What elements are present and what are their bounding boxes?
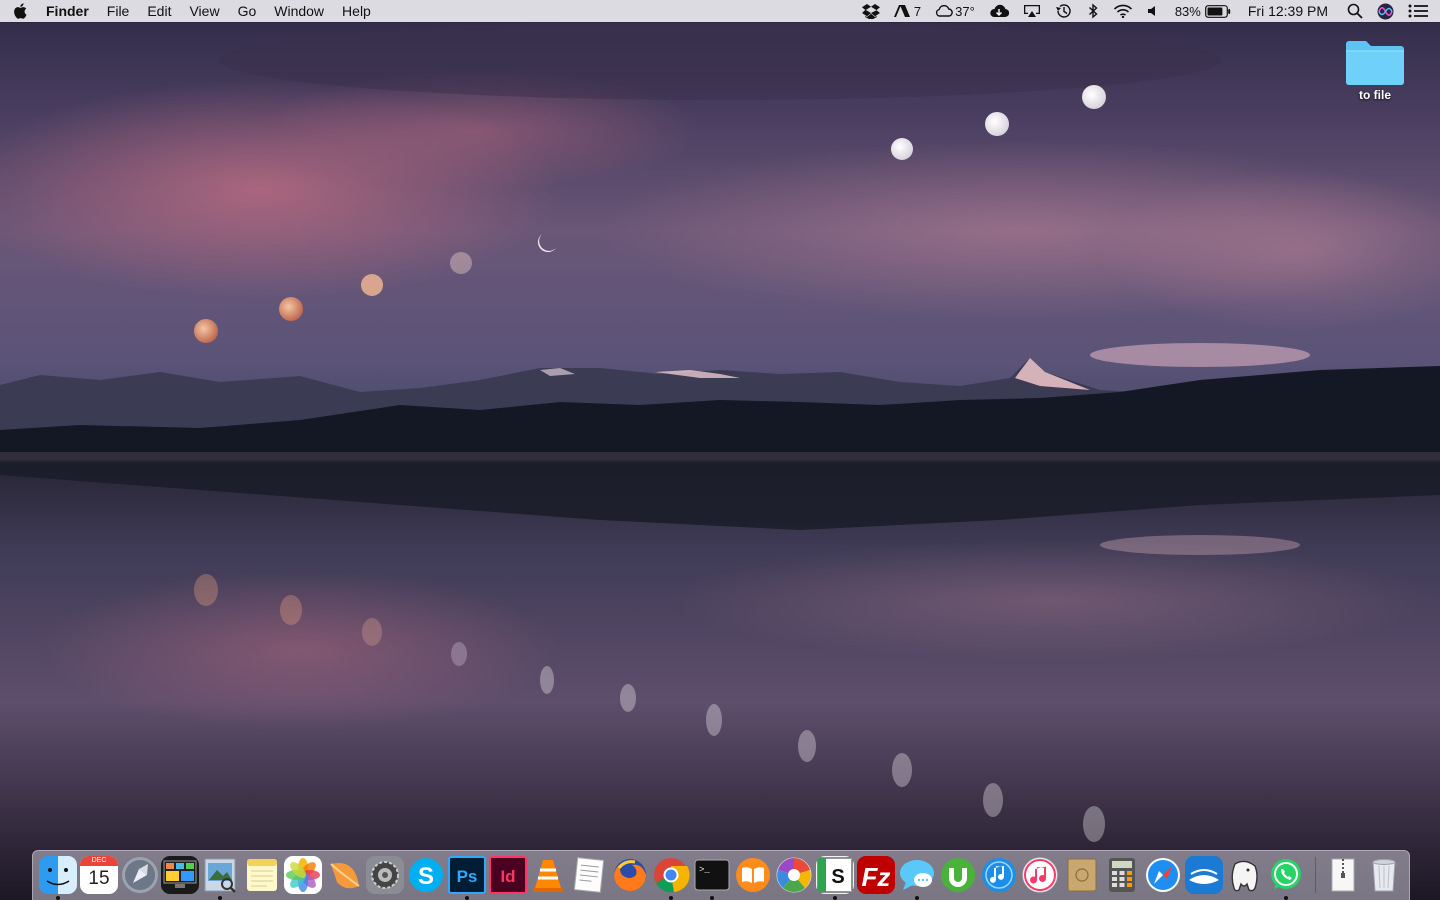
running-indicator-photoshop — [465, 896, 469, 900]
svg-text:Fz: Fz — [862, 862, 891, 892]
scrivener-icon[interactable]: S — [816, 856, 854, 894]
running-indicator-chrome — [669, 896, 673, 900]
preview-icon[interactable] — [201, 856, 239, 894]
mission-control-icon[interactable] — [161, 856, 199, 894]
running-indicator-scrivener — [833, 896, 837, 900]
siri-icon[interactable] — [1370, 0, 1401, 22]
launchpad-icon[interactable] — [121, 856, 159, 894]
notification-center-icon[interactable] — [1401, 0, 1440, 22]
textedit-icon[interactable] — [570, 856, 608, 894]
adobe-icon — [893, 5, 910, 17]
svg-text:>_: >_ — [699, 865, 710, 875]
dropbox-icon[interactable] — [855, 0, 887, 22]
picasa-icon[interactable] — [775, 856, 813, 894]
trash-icon[interactable] — [1365, 856, 1403, 894]
finder-icon[interactable] — [39, 856, 77, 894]
photos-icon[interactable] — [284, 856, 322, 894]
indesign-icon[interactable]: Id — [489, 856, 527, 894]
time-machine-icon[interactable] — [1048, 0, 1080, 22]
ibooks-icon[interactable] — [734, 856, 772, 894]
running-indicator-preview — [218, 896, 222, 900]
archive-icon[interactable] — [1324, 856, 1362, 894]
menu-edit[interactable]: Edit — [138, 0, 180, 22]
menu-go[interactable]: Go — [229, 0, 266, 22]
photoshop-icon[interactable]: Ps — [448, 856, 486, 894]
running-indicator-terminal — [710, 896, 714, 900]
battery-status[interactable]: 83% — [1168, 0, 1238, 22]
filezilla-icon[interactable]: Fz — [857, 856, 895, 894]
weather-status[interactable]: 37° — [928, 0, 982, 22]
notefile-icon[interactable] — [1063, 856, 1101, 894]
adobe-creative-cloud-status[interactable]: 7 — [887, 0, 928, 22]
calculator-icon[interactable] — [1103, 856, 1141, 894]
cloud-icon — [936, 5, 953, 17]
folder-icon — [1346, 41, 1404, 85]
menu-help[interactable]: Help — [333, 0, 380, 22]
skype-icon[interactable]: S — [407, 856, 445, 894]
svg-text:S: S — [831, 866, 844, 888]
menu-bar: Finder File Edit View Go Window Help 7 3… — [0, 0, 1440, 22]
itunes-connect-icon[interactable] — [980, 856, 1018, 894]
volume-icon[interactable] — [1140, 0, 1168, 22]
desktop-folder[interactable]: to file — [1334, 36, 1416, 102]
svg-text:S: S — [418, 863, 434, 890]
airplay-icon[interactable] — [1016, 0, 1048, 22]
svg-text:Ps: Ps — [457, 867, 478, 886]
system-preferences-icon[interactable] — [366, 856, 404, 894]
chrome-icon[interactable] — [652, 856, 690, 894]
icloud-icon[interactable] — [982, 0, 1016, 22]
firefox-icon[interactable] — [611, 856, 649, 894]
battery-icon — [1204, 4, 1231, 18]
running-indicator-whatsapp — [1284, 896, 1288, 900]
svg-text:Id: Id — [500, 867, 515, 886]
calendar-day: 15 — [88, 868, 110, 889]
folder-label: to file — [1359, 88, 1391, 102]
running-indicator-finder — [56, 896, 60, 900]
itunes-icon[interactable] — [1021, 856, 1059, 894]
menu-clock[interactable]: Fri 12:39 PM — [1238, 0, 1340, 22]
battery-percent: 83% — [1174, 3, 1201, 19]
notes-icon[interactable] — [243, 856, 281, 894]
dock: DEC 15 S Ps Id >_ S Fz — [32, 850, 1410, 900]
wifi-icon[interactable] — [1106, 0, 1140, 22]
adobe-count: 7 — [913, 3, 922, 19]
whatsapp-icon[interactable] — [1267, 856, 1305, 894]
menu-file[interactable]: File — [98, 0, 139, 22]
kindle-icon[interactable] — [1185, 856, 1223, 894]
terminal-icon[interactable]: >_ — [693, 856, 731, 894]
utorrent-icon[interactable] — [939, 856, 977, 894]
dock-separator — [1315, 857, 1316, 893]
spotlight-search-icon[interactable] — [1340, 0, 1370, 22]
menu-window[interactable]: Window — [265, 0, 333, 22]
calendar-month: DEC — [80, 856, 118, 866]
weather-temperature: 37° — [955, 3, 975, 19]
menu-app-finder[interactable]: Finder — [40, 0, 98, 22]
menu-view[interactable]: View — [180, 0, 228, 22]
apple-menu-icon[interactable] — [0, 3, 40, 19]
safari-icon[interactable] — [1144, 856, 1182, 894]
evernote-icon[interactable] — [1226, 856, 1264, 894]
desktop-wallpaper — [0, 0, 1440, 900]
calendar-icon[interactable]: DEC 15 — [80, 856, 118, 894]
running-indicator-messages — [915, 896, 919, 900]
bluetooth-icon[interactable] — [1080, 0, 1106, 22]
messages-icon[interactable] — [898, 856, 936, 894]
vlc-icon[interactable] — [529, 856, 567, 894]
mango-icon[interactable] — [325, 856, 363, 894]
